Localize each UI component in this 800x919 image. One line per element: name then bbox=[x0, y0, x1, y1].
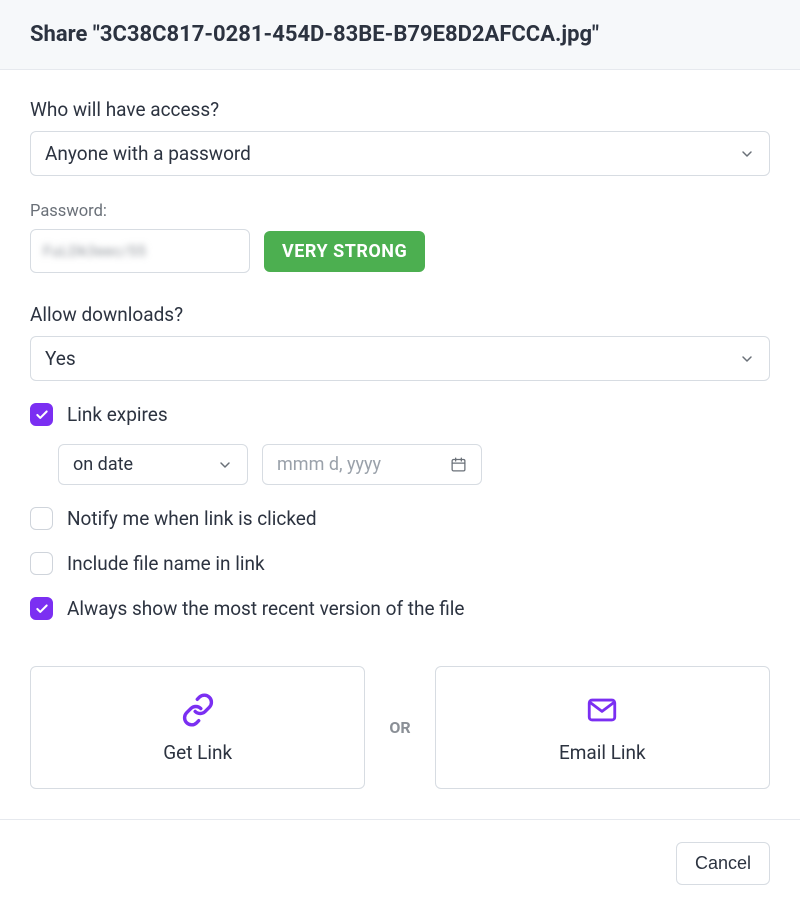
dialog-title: Share "3C38C817-0281-454D-83BE-B79E8D2AF… bbox=[30, 22, 770, 47]
chevron-down-icon bbox=[739, 146, 755, 162]
email-link-button[interactable]: Email Link bbox=[435, 666, 770, 789]
envelope-icon bbox=[585, 693, 619, 727]
include-filename-label: Include file name in link bbox=[67, 552, 265, 575]
get-link-button[interactable]: Get Link bbox=[30, 666, 365, 789]
expire-date-input[interactable]: mmm d, yyyy bbox=[262, 444, 482, 485]
check-icon bbox=[35, 408, 49, 422]
chevron-down-icon bbox=[217, 457, 233, 473]
downloads-label: Allow downloads? bbox=[30, 303, 770, 326]
include-filename-checkbox[interactable] bbox=[30, 552, 53, 575]
dialog-footer: Cancel bbox=[0, 820, 800, 907]
password-input[interactable]: FuLDk3eec/55 bbox=[30, 229, 250, 273]
password-strength-badge: VERY STRONG bbox=[264, 231, 425, 272]
always-recent-checkbox[interactable] bbox=[30, 597, 53, 620]
link-icon bbox=[181, 693, 215, 727]
link-expires-checkbox[interactable] bbox=[30, 403, 53, 426]
action-separator: OR bbox=[389, 718, 410, 737]
password-label: Password: bbox=[30, 202, 770, 221]
expire-mode-value: on date bbox=[73, 454, 133, 475]
always-recent-label: Always show the most recent version of t… bbox=[67, 597, 465, 620]
link-expires-label: Link expires bbox=[67, 403, 168, 426]
access-select[interactable]: Anyone with a password bbox=[30, 131, 770, 176]
calendar-icon bbox=[450, 456, 467, 473]
notify-label: Notify me when link is clicked bbox=[67, 507, 317, 530]
notify-checkbox[interactable] bbox=[30, 507, 53, 530]
check-icon bbox=[35, 602, 49, 616]
get-link-label: Get Link bbox=[163, 741, 232, 764]
cancel-button[interactable]: Cancel bbox=[676, 842, 770, 885]
expire-mode-select[interactable]: on date bbox=[58, 444, 248, 485]
password-masked-value: FuLDk3eec/55 bbox=[43, 242, 146, 260]
downloads-select[interactable]: Yes bbox=[30, 336, 770, 381]
access-label: Who will have access? bbox=[30, 98, 770, 121]
dialog-content: Who will have access? Anyone with a pass… bbox=[0, 70, 800, 820]
downloads-value: Yes bbox=[45, 347, 76, 370]
access-value: Anyone with a password bbox=[45, 142, 251, 165]
expire-date-placeholder: mmm d, yyyy bbox=[277, 454, 381, 475]
dialog-header: Share "3C38C817-0281-454D-83BE-B79E8D2AF… bbox=[0, 0, 800, 70]
chevron-down-icon bbox=[739, 351, 755, 367]
email-link-label: Email Link bbox=[559, 741, 646, 764]
